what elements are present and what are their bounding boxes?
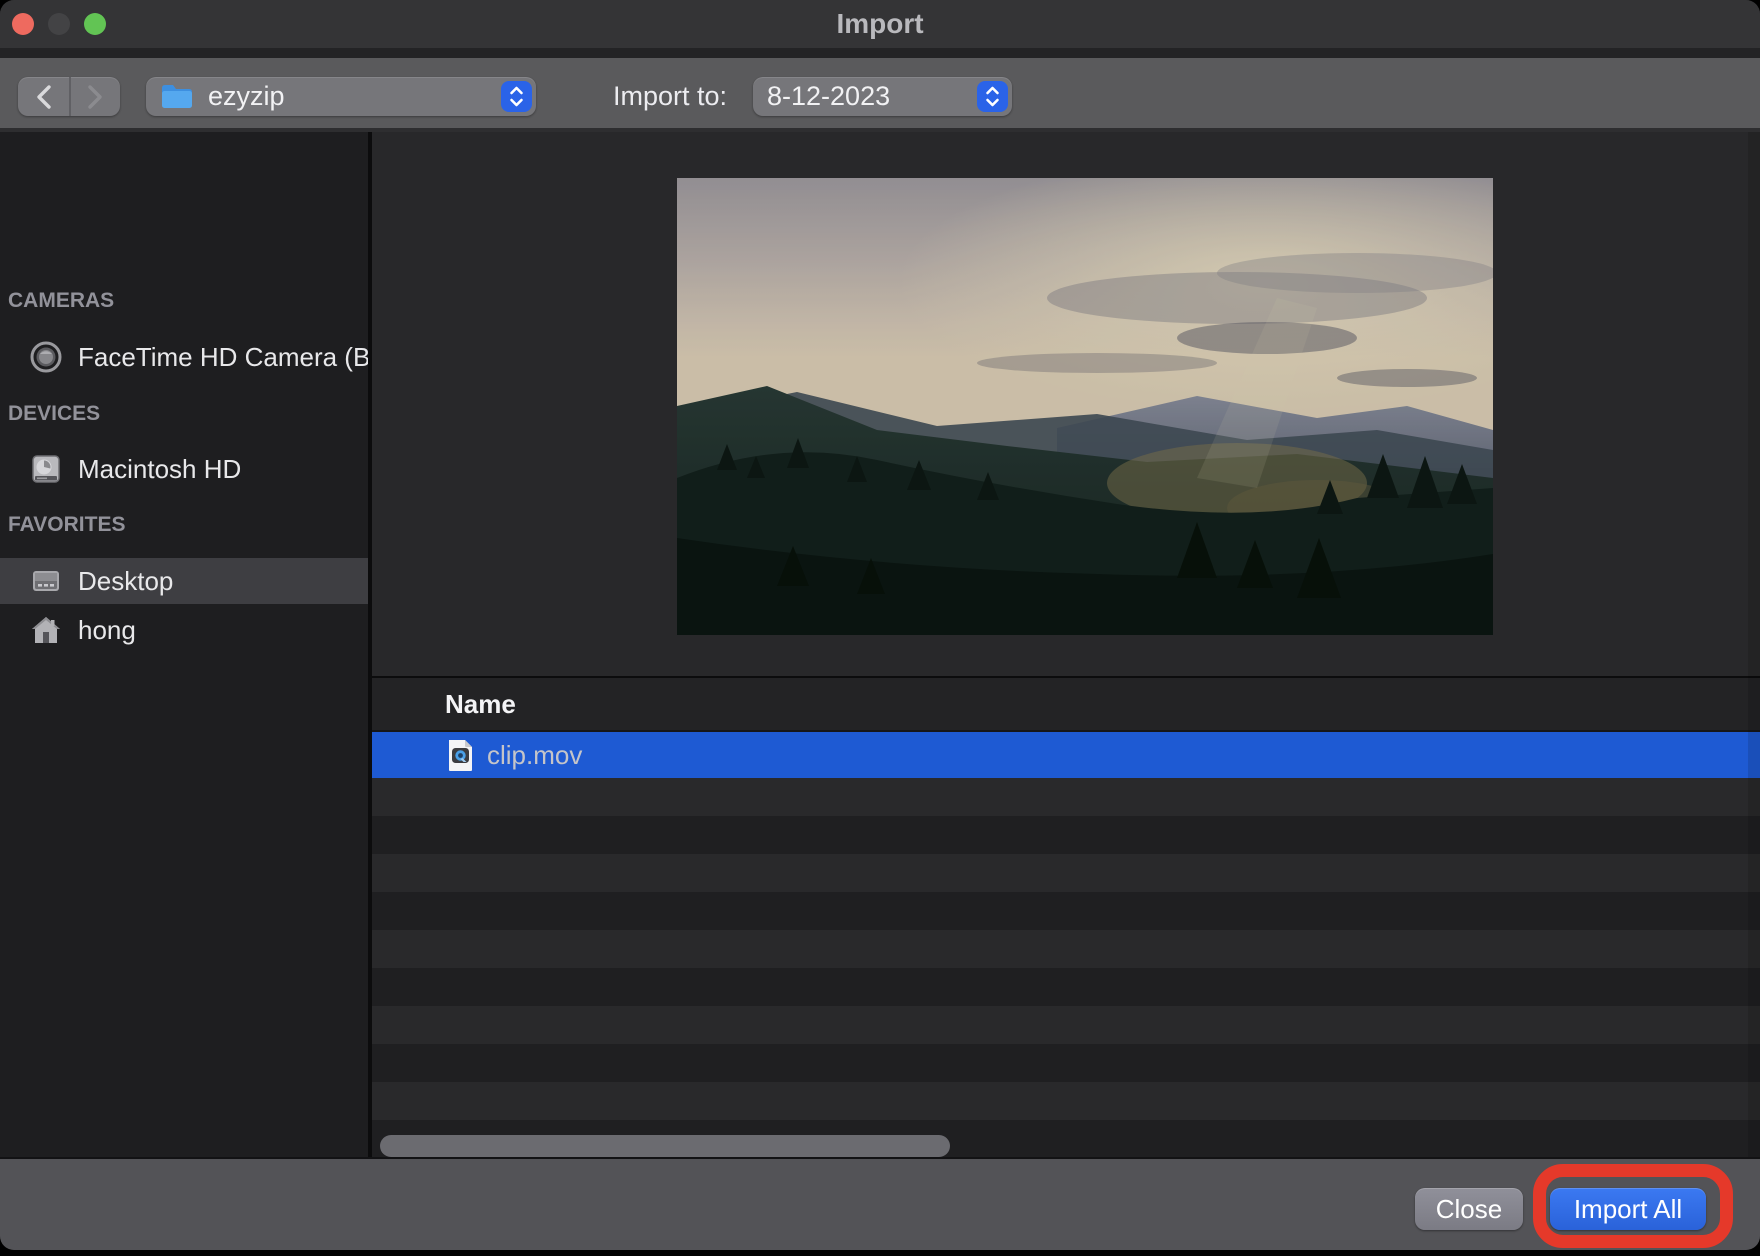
nav-buttons — [18, 77, 120, 116]
import-to-label: Import to: — [613, 77, 727, 116]
empty-row — [372, 1006, 1760, 1044]
sidebar-section-favorites: FAVORITES — [8, 511, 358, 539]
facetime-camera-icon — [30, 341, 62, 373]
toolbar: ezyzip Import to: 8-12-2023 — [0, 58, 1760, 132]
empty-row — [372, 1044, 1760, 1082]
folder-icon — [160, 83, 194, 111]
forward-button[interactable] — [69, 77, 120, 116]
file-row-clip-mov[interactable]: clip.mov — [372, 732, 1760, 778]
main-pane: Name clip.mov — [372, 132, 1760, 1157]
chevron-left-icon — [35, 84, 53, 110]
close-button[interactable]: Close — [1415, 1188, 1523, 1230]
empty-row — [372, 892, 1760, 930]
list-right-edge — [1748, 132, 1760, 1157]
empty-rows — [372, 778, 1760, 1158]
sidebar-section-devices: DEVICES — [8, 400, 358, 428]
chevron-right-icon — [86, 84, 104, 110]
sidebar-item-facetime-camera[interactable]: FaceTime HD Camera (Bu… — [0, 333, 368, 381]
file-name: clip.mov — [487, 740, 582, 771]
sidebar-section-cameras: CAMERAS — [8, 287, 358, 315]
empty-row — [372, 778, 1760, 816]
empty-row — [372, 1082, 1760, 1120]
date-select-value: 8-12-2023 — [767, 81, 890, 112]
horizontal-scrollbar[interactable] — [380, 1135, 950, 1157]
import-dialog-window: Import ezyzip — [0, 0, 1760, 1250]
folder-select-value: ezyzip — [208, 81, 285, 112]
annotation-highlight — [1533, 1164, 1733, 1248]
sidebar-item-label: FaceTime HD Camera (Bu… — [78, 342, 368, 373]
file-list-header: Name — [372, 678, 1760, 732]
sidebar-item-desktop[interactable]: Desktop — [0, 558, 368, 604]
column-name: Name — [445, 678, 516, 730]
sidebar-item-label: hong — [78, 615, 136, 646]
desktop-icon — [30, 565, 62, 597]
empty-row — [372, 930, 1760, 968]
empty-row — [372, 968, 1760, 1006]
sidebar: CAMERAS FaceTime HD Camera (Bu… DEVICES — [0, 132, 368, 1157]
folder-select[interactable]: ezyzip — [146, 77, 536, 116]
dialog-content: CAMERAS FaceTime HD Camera (Bu… DEVICES — [0, 132, 1760, 1157]
footer-bar: Close Import All — [0, 1157, 1760, 1250]
back-button[interactable] — [18, 77, 71, 116]
empty-row — [372, 854, 1760, 892]
empty-row — [372, 816, 1760, 854]
stepper-icon — [977, 81, 1008, 112]
window-title: Import — [0, 0, 1760, 48]
titlebar-divider — [0, 48, 1760, 58]
title-bar: Import — [0, 0, 1760, 48]
stepper-icon — [501, 81, 532, 112]
quicktime-file-icon — [447, 739, 474, 772]
hard-drive-icon — [30, 453, 62, 485]
sidebar-item-label: Macintosh HD — [78, 454, 241, 485]
import-destination-select[interactable]: 8-12-2023 — [753, 77, 1012, 116]
home-icon — [30, 614, 62, 646]
sidebar-item-macintosh-hd[interactable]: Macintosh HD — [0, 445, 368, 493]
video-preview-image — [677, 178, 1493, 635]
sidebar-item-label: Desktop — [78, 566, 173, 597]
sidebar-item-hong[interactable]: hong — [0, 606, 368, 654]
